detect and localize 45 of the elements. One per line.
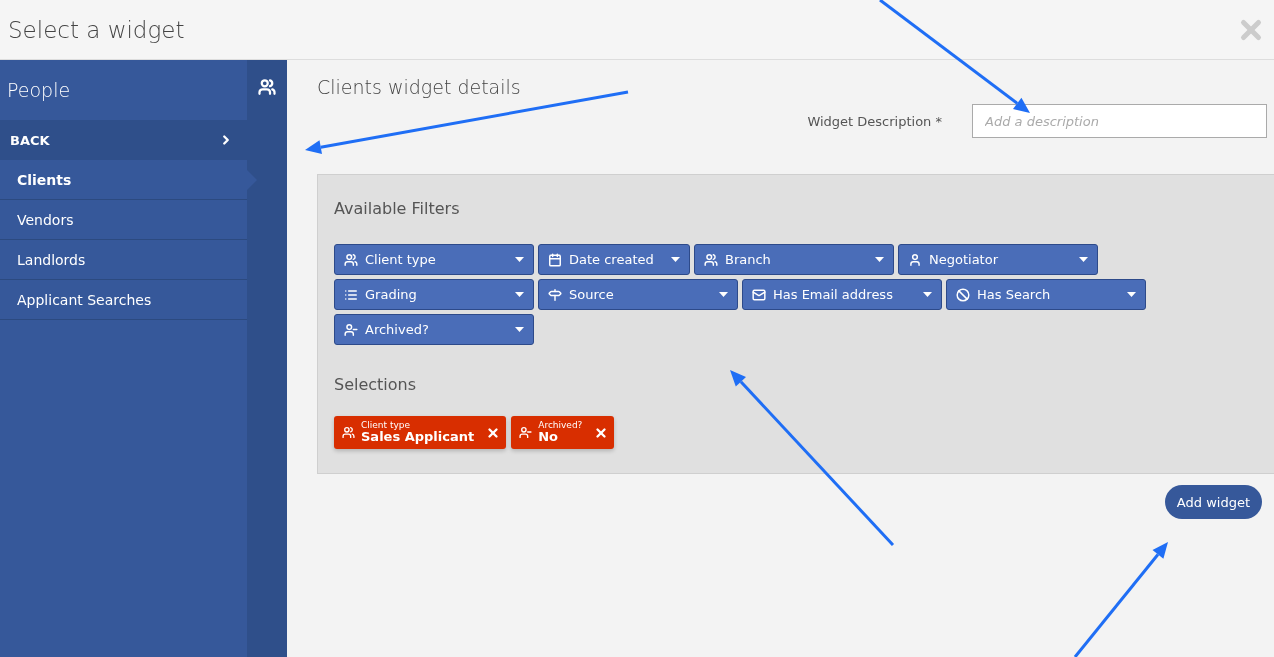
people-icon[interactable] <box>258 78 276 96</box>
window-title: Select a widget <box>8 16 185 43</box>
section-title: Available Filters <box>334 199 461 218</box>
sidebar-title: People <box>7 79 71 101</box>
caret-icon <box>515 327 524 332</box>
filter-dropdown[interactable]: Source <box>538 279 738 310</box>
caret-icon <box>671 257 680 262</box>
chip-caption: Archived? <box>538 420 583 431</box>
caret-icon <box>923 292 932 297</box>
caret-icon <box>875 257 884 262</box>
people-icon <box>342 426 355 439</box>
field-label: Widget Description * <box>807 113 942 129</box>
chip-value: Sales Applicant <box>361 430 475 445</box>
filter-dropdown[interactable]: Negotiator <box>898 244 1098 275</box>
caret-icon <box>1127 292 1136 297</box>
caret-icon <box>1079 257 1088 262</box>
filter-dropdown[interactable]: Branch <box>694 244 894 275</box>
filter-dropdown[interactable]: Archived? <box>334 314 534 345</box>
filter-dropdown[interactable]: Has Email address <box>742 279 942 310</box>
signpost-icon <box>548 287 562 302</box>
remove-button[interactable] <box>486 425 501 440</box>
filter-dropdown[interactable]: Client type <box>334 244 534 275</box>
back-button[interactable]: BACK <box>0 120 247 160</box>
envelope-icon <box>752 287 766 302</box>
filter-dropdown[interactable]: Grading <box>334 279 534 310</box>
chip-value: No <box>538 430 560 445</box>
description-field[interactable]: Add a description <box>972 104 1267 138</box>
caret-icon <box>515 292 524 297</box>
caret-icon <box>515 257 524 262</box>
remove-button[interactable] <box>594 425 609 440</box>
user-minus-icon <box>519 426 533 439</box>
calendar-icon <box>548 252 562 267</box>
group-icon <box>704 252 718 267</box>
chip-caption: Client type <box>361 420 412 431</box>
add-widget-button[interactable]: Add widget <box>1164 485 1262 519</box>
ban-icon <box>956 287 970 302</box>
section-heading: Clients widget details <box>317 76 522 98</box>
user-minus-icon <box>344 322 358 337</box>
filter-dropdown[interactable]: Has Search <box>946 279 1146 310</box>
people-icon <box>344 252 358 267</box>
caret-icon <box>719 292 728 297</box>
person-icon <box>908 252 922 267</box>
list-icon <box>344 287 358 302</box>
section-title: Selections <box>334 375 418 394</box>
filter-dropdown[interactable]: Date created <box>538 244 690 275</box>
